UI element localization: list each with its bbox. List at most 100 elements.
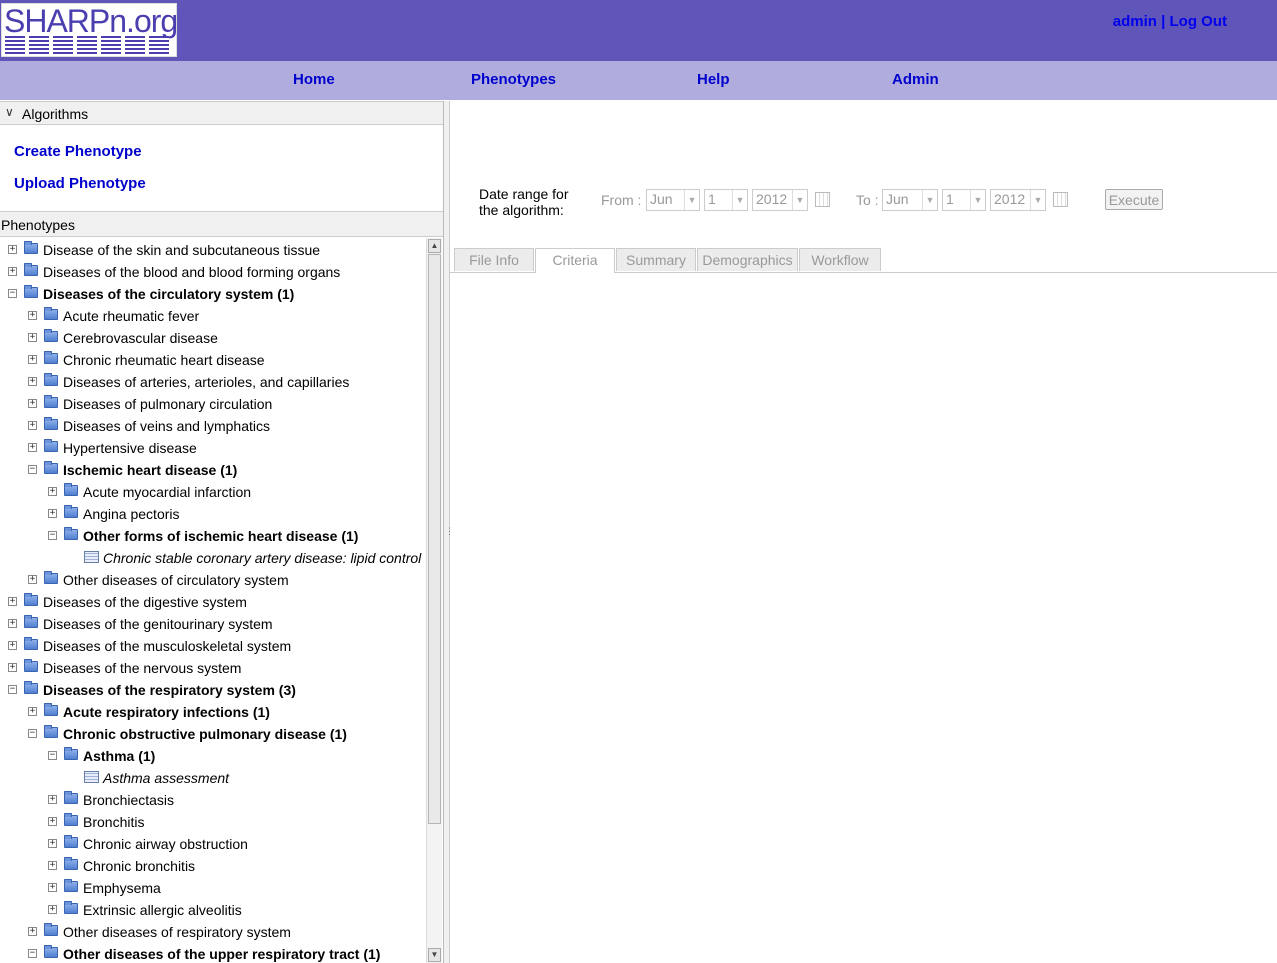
tree-item[interactable]: + Acute rheumatic fever (0, 305, 426, 327)
nav-phenotypes[interactable]: Phenotypes (471, 71, 556, 88)
logout-link[interactable]: Log Out (1170, 13, 1227, 30)
expand-icon[interactable]: + (48, 509, 57, 518)
from-year-select[interactable]: 2012 ▼ (752, 189, 808, 211)
expand-icon[interactable]: + (28, 333, 37, 342)
expand-icon[interactable]: + (8, 619, 17, 628)
tree-item[interactable]: − Other forms of ischemic heart disease (… (0, 525, 426, 547)
tree-item[interactable]: + Diseases of the blood and blood forming… (0, 261, 426, 283)
tree-item[interactable]: − Diseases of the circulatory system (1) (0, 283, 426, 305)
scrollbar-thumb[interactable] (428, 254, 441, 824)
to-calendar-icon[interactable] (1053, 192, 1068, 207)
expand-icon[interactable]: + (28, 311, 37, 320)
expand-icon[interactable]: + (28, 355, 37, 364)
tree-item[interactable]: + Other diseases of respiratory system (0, 921, 426, 943)
expand-icon[interactable]: + (8, 597, 17, 606)
tree-item[interactable]: + Diseases of veins and lymphatics (0, 415, 426, 437)
from-day-select[interactable]: 1 ▼ (704, 189, 748, 211)
expand-icon[interactable]: + (28, 421, 37, 430)
tab-demographics[interactable]: Demographics (697, 248, 798, 271)
expand-icon[interactable]: + (28, 575, 37, 584)
upload-phenotype-link[interactable]: Upload Phenotype (14, 175, 146, 192)
to-year-select[interactable]: 2012 ▼ (990, 189, 1046, 211)
collapse-icon[interactable]: − (48, 531, 57, 540)
from-month-select[interactable]: Jun ▼ (646, 189, 700, 211)
tree-item[interactable]: + Diseases of pulmonary circulation (0, 393, 426, 415)
expand-icon[interactable]: + (48, 839, 57, 848)
expand-icon[interactable]: + (48, 817, 57, 826)
from-calendar-icon[interactable] (815, 192, 830, 207)
to-month-select[interactable]: Jun ▼ (882, 189, 938, 211)
tree-item-label: Other diseases of the upper respiratory … (63, 946, 381, 962)
expand-icon[interactable]: + (48, 795, 57, 804)
tree-item[interactable]: − Chronic obstructive pulmonary disease (… (0, 723, 426, 745)
tree-item[interactable]: Asthma assessment (0, 767, 426, 789)
collapse-icon[interactable]: − (8, 685, 17, 694)
collapse-icon[interactable]: − (48, 751, 57, 760)
scroll-up-arrow-icon[interactable]: ▲ (428, 239, 441, 253)
tree-item[interactable]: + Diseases of arteries, arterioles, and c… (0, 371, 426, 393)
username-link[interactable]: admin (1113, 13, 1157, 30)
tree-item[interactable]: + Chronic bronchitis (0, 855, 426, 877)
tab-file-info[interactable]: File Info (454, 248, 534, 271)
expand-icon[interactable]: + (28, 707, 37, 716)
expand-icon[interactable]: + (48, 861, 57, 870)
tree-item[interactable]: − Asthma (1) (0, 745, 426, 767)
collapse-icon[interactable]: − (28, 465, 37, 474)
create-phenotype-link[interactable]: Create Phenotype (14, 143, 142, 160)
expand-icon[interactable]: + (8, 641, 17, 650)
expand-icon[interactable]: + (28, 377, 37, 386)
tree-item[interactable]: + Bronchiectasis (0, 789, 426, 811)
tree-item[interactable]: + Diseases of the musculoskeletal system (0, 635, 426, 657)
nav-home[interactable]: Home (293, 71, 335, 88)
tree-item[interactable]: + Disease of the skin and subcutaneous ti… (0, 239, 426, 261)
tab-summary[interactable]: Summary (616, 248, 696, 271)
execute-button[interactable]: Execute (1105, 189, 1163, 210)
tree-item[interactable]: − Ischemic heart disease (1) (0, 459, 426, 481)
folder-icon (44, 571, 58, 584)
expand-icon[interactable]: + (8, 663, 17, 672)
tree-item[interactable]: − Diseases of the respiratory system (3) (0, 679, 426, 701)
tree-item[interactable]: + Diseases of the genitourinary system (0, 613, 426, 635)
expand-icon[interactable]: + (48, 487, 57, 496)
collapse-icon[interactable]: − (8, 289, 17, 298)
expand-icon[interactable]: + (8, 267, 17, 276)
tree-item-label: Diseases of the respiratory system (3) (43, 682, 296, 698)
chevron-down-icon[interactable]: ∨ (5, 105, 14, 119)
expand-icon[interactable]: + (8, 245, 17, 254)
tree-item[interactable]: + Acute myocardial infarction (0, 481, 426, 503)
expand-icon[interactable]: + (28, 927, 37, 936)
folder-icon (24, 241, 38, 254)
folder-icon (44, 417, 58, 430)
nav-admin[interactable]: Admin (892, 71, 939, 88)
tree-item[interactable]: + Acute respiratory infections (1) (0, 701, 426, 723)
tab-criteria[interactable]: Criteria (535, 248, 615, 273)
tree-item[interactable]: + Chronic airway obstruction (0, 833, 426, 855)
expand-icon[interactable]: + (48, 883, 57, 892)
expand-icon[interactable]: + (28, 443, 37, 452)
tree-item[interactable]: + Extrinsic allergic alveolitis (0, 899, 426, 921)
to-day-select[interactable]: 1 ▼ (942, 189, 986, 211)
algorithms-panel-header[interactable]: ∨ Algorithms (0, 101, 443, 125)
tree-item[interactable]: + Other diseases of circulatory system (0, 569, 426, 591)
tree-item[interactable]: + Bronchitis (0, 811, 426, 833)
tree-item[interactable]: + Diseases of the digestive system (0, 591, 426, 613)
tree-scrollbar[interactable]: ▲ ▼ (426, 238, 442, 963)
tree-item[interactable]: + Cerebrovascular disease (0, 327, 426, 349)
tree-item[interactable]: Chronic stable coronary artery disease: … (0, 547, 426, 569)
tree-item[interactable]: + Diseases of the nervous system (0, 657, 426, 679)
tree-item[interactable]: + Chronic rheumatic heart disease (0, 349, 426, 371)
sharpn-logo[interactable]: SHARPn.org (1, 3, 178, 57)
tree-item[interactable]: + Angina pectoris (0, 503, 426, 525)
collapse-icon[interactable]: − (28, 729, 37, 738)
tree-item-label: Asthma (1) (83, 748, 156, 764)
tree-item[interactable]: + Emphysema (0, 877, 426, 899)
expand-icon[interactable]: + (28, 399, 37, 408)
collapse-icon[interactable]: − (28, 949, 37, 958)
nav-help[interactable]: Help (697, 71, 730, 88)
header-bar: SHARPn.org admin | Log Out (0, 0, 1277, 61)
scroll-down-arrow-icon[interactable]: ▼ (428, 948, 441, 962)
expand-icon[interactable]: + (48, 905, 57, 914)
tab-workflow[interactable]: Workflow (799, 248, 881, 271)
tree-item[interactable]: + Hypertensive disease (0, 437, 426, 459)
tree-item[interactable]: − Other diseases of the upper respiratory… (0, 943, 426, 963)
